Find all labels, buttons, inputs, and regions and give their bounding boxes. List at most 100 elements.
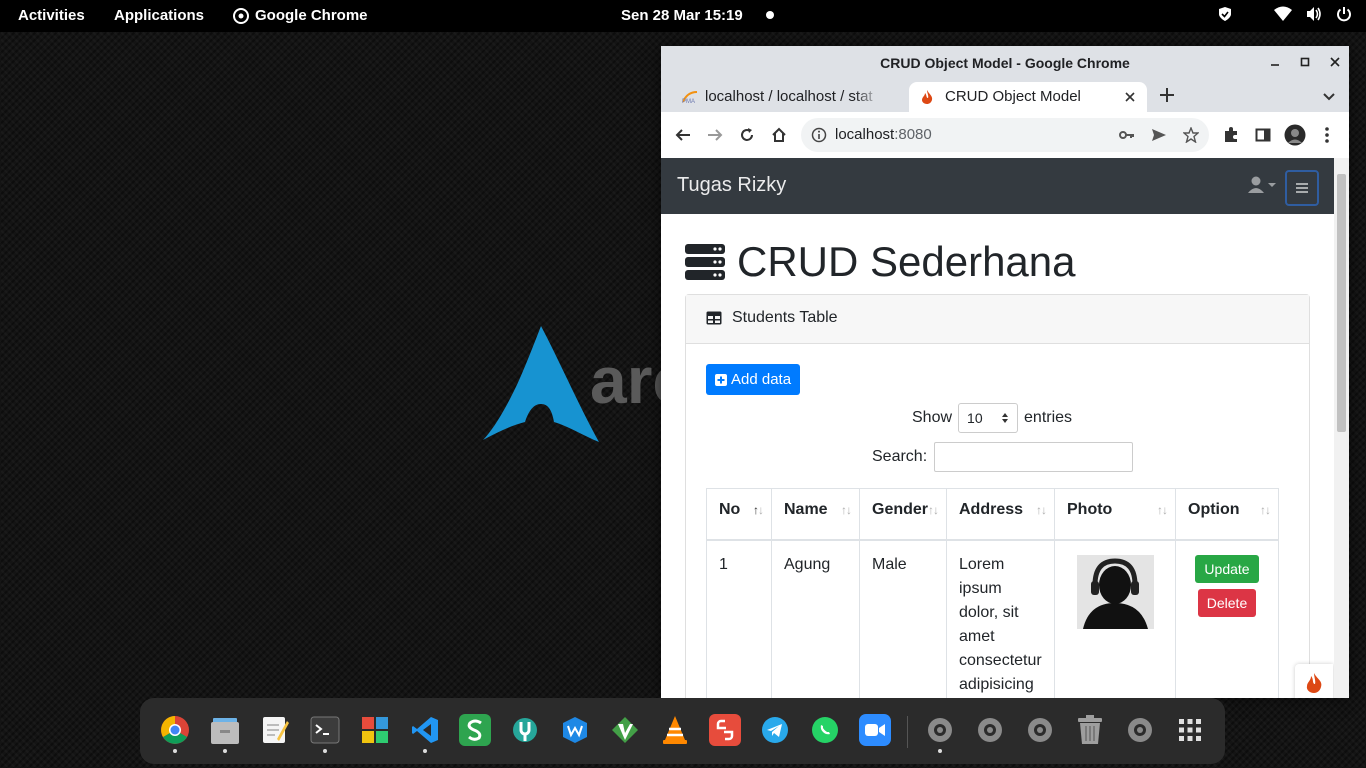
tab-phpmyadmin[interactable]: PMA localhost / localhost / stat [669, 82, 905, 112]
puzzle-icon [1225, 127, 1237, 142]
minimize-button[interactable] [1267, 54, 1283, 70]
zoom-icon[interactable] [859, 714, 891, 746]
column-header-gender[interactable]: Gender ↑↓ [859, 488, 947, 541]
profile-avatar[interactable] [1284, 124, 1306, 146]
cell-option: Update Delete [1175, 539, 1279, 698]
cell-no: 1 [706, 539, 772, 698]
update-button[interactable]: Update [1195, 555, 1259, 583]
reload-button[interactable] [736, 124, 758, 146]
vlc-icon[interactable] [659, 714, 691, 746]
entries-value: 10 [967, 410, 983, 426]
user-dropdown[interactable] [1247, 176, 1277, 199]
header-label: Photo [1067, 501, 1113, 518]
column-header-name[interactable]: Name ↑↓ [771, 488, 860, 541]
tab-crud-object-model[interactable]: CRUD Object Model [909, 82, 1147, 112]
chrome-window[interactable]: CRUD Object Model - Google Chrome PMA lo… [661, 46, 1349, 698]
window-title: CRUD Object Model - Google Chrome [880, 55, 1130, 71]
window-titlebar[interactable]: CRUD Object Model - Google Chrome [661, 46, 1349, 82]
applications-menu[interactable]: Applications [114, 7, 204, 24]
python-icon[interactable] [709, 714, 741, 746]
delete-button[interactable]: Delete [1197, 589, 1257, 617]
star-icon[interactable] [1182, 126, 1200, 148]
trash-icon[interactable] [1074, 714, 1106, 746]
page-title-text: CRUD Sederhana [737, 238, 1076, 285]
vim-icon[interactable] [609, 714, 641, 746]
close-tab-button[interactable] [1125, 89, 1135, 107]
reload-icon [741, 128, 753, 141]
system-tray[interactable] [1218, 6, 1352, 22]
search-label: Search: [872, 448, 928, 465]
app-gear-icon[interactable] [974, 714, 1006, 746]
page-scrollbar[interactable] [1334, 158, 1349, 698]
terminal-icon[interactable] [309, 714, 341, 746]
add-data-label: Add data [731, 371, 792, 388]
column-header-no[interactable]: No ↑↓ [706, 488, 772, 541]
column-header-photo[interactable]: Photo ↑↓ [1054, 488, 1176, 541]
send-icon[interactable] [1151, 128, 1167, 147]
show-label: Show [912, 409, 953, 426]
info-icon[interactable] [811, 127, 827, 148]
web-page: Tugas Rizky CRUD Sederhana Students Tabl… [661, 158, 1334, 698]
wifi-icon [1274, 6, 1292, 22]
sort-icon: ↑↓ [928, 503, 939, 517]
students-card: Students Table Add data Show 10 entries … [685, 294, 1310, 698]
dock-separator [907, 716, 908, 748]
navbar-brand[interactable]: Tugas Rizky [677, 174, 786, 197]
files-icon[interactable] [209, 714, 241, 746]
app-gear-icon[interactable] [1124, 714, 1156, 746]
clock[interactable]: Sen 28 Mar 15:19 [621, 7, 743, 24]
key-icon[interactable] [1119, 128, 1135, 147]
telegram-icon[interactable] [759, 714, 791, 746]
add-data-button[interactable]: Add data [706, 364, 801, 395]
power-icon [1336, 6, 1352, 22]
url-text[interactable]: localhost:8080 [835, 126, 932, 143]
server-icon [685, 244, 725, 280]
vscode-icon[interactable] [409, 714, 441, 746]
app-gear-icon[interactable] [924, 714, 956, 746]
debug-toolbar-button[interactable] [1295, 664, 1333, 698]
arrow-left-icon [675, 129, 690, 141]
entries-select[interactable]: 10 [958, 403, 1019, 433]
tab-search-button[interactable] [1323, 88, 1335, 106]
home-icon [772, 127, 786, 142]
close-window-button[interactable] [1327, 54, 1343, 70]
app-menu[interactable]: Google Chrome [233, 7, 368, 24]
phpmyadmin-icon: PMA [681, 90, 699, 108]
minimize-icon [1271, 64, 1279, 66]
text-editor-icon[interactable] [259, 714, 291, 746]
header-label: Address [959, 501, 1024, 518]
chrome-icon[interactable] [159, 714, 191, 746]
column-header-option[interactable]: Option ↑↓ [1175, 488, 1279, 541]
side-panel-button[interactable] [1252, 124, 1274, 146]
settings-tool-icon[interactable] [509, 714, 541, 746]
app-grid-icon[interactable] [1174, 714, 1206, 746]
chevron-down-icon [1323, 93, 1335, 101]
chrome-menu-button[interactable] [1316, 124, 1338, 146]
chrome-small-icon [233, 7, 249, 24]
home-button[interactable] [768, 124, 790, 146]
cell-name: Agung [771, 539, 860, 698]
maximize-button[interactable] [1297, 54, 1313, 70]
app-gear-icon[interactable] [1024, 714, 1056, 746]
new-tab-button[interactable] [1159, 85, 1175, 107]
extensions-button[interactable] [1220, 124, 1242, 146]
tab-label: localhost / localhost / stat [705, 88, 873, 105]
activities-button[interactable]: Activities [18, 7, 85, 24]
kebab-menu-icon [1325, 127, 1329, 143]
search-input[interactable] [934, 442, 1134, 472]
address-bar[interactable]: localhost:8080 [801, 118, 1209, 152]
wps-spreadsheet-icon[interactable] [459, 714, 491, 746]
top-bar: Activities Applications Google Chrome Se… [0, 0, 1366, 32]
scrollbar-thumb[interactable] [1337, 174, 1346, 432]
forward-button[interactable] [704, 124, 726, 146]
whatsapp-icon[interactable] [809, 714, 841, 746]
running-indicator [223, 749, 227, 753]
wps-writer-icon[interactable] [559, 714, 591, 746]
column-header-address[interactable]: Address ↑↓ [946, 488, 1055, 541]
hamburger-icon [1296, 183, 1308, 193]
back-button[interactable] [672, 124, 694, 146]
software-center-icon[interactable] [359, 714, 391, 746]
card-header: Students Table [686, 295, 1309, 344]
navbar-toggler[interactable] [1285, 170, 1319, 206]
shield-icon [1218, 6, 1232, 22]
